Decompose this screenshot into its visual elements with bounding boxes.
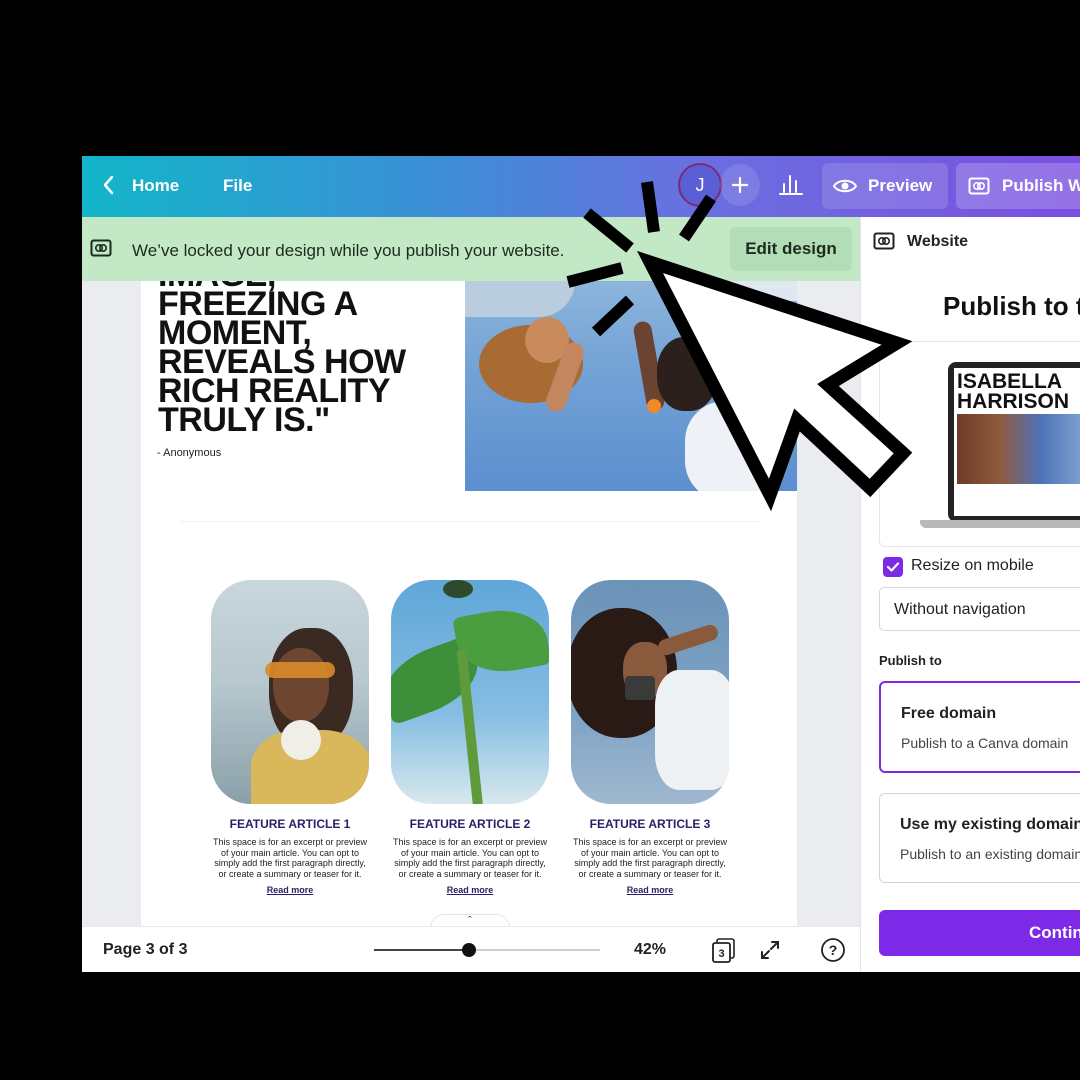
bottom-toolbar: Page 3 of 3 42% 3 ?	[82, 926, 860, 972]
resize-on-mobile-checkbox[interactable]	[883, 557, 903, 577]
preview-button[interactable]: Preview	[822, 163, 948, 209]
publish-to-label: Publish to	[879, 653, 942, 668]
fullscreen-icon[interactable]	[758, 938, 782, 962]
quote-author: - Anonymous	[157, 447, 222, 459]
file-menu-button[interactable]: File	[223, 176, 252, 196]
feature-photo-3	[571, 580, 729, 804]
bar-chart-icon	[779, 175, 803, 195]
notice-message: We’ve locked your design while you publi…	[132, 241, 565, 260]
eye-icon	[832, 179, 858, 193]
publish-panel: Website Publish to the web ISABELLA HARR…	[860, 217, 1080, 972]
resize-on-mobile-label: Resize on mobile	[911, 557, 1034, 574]
pages-grid-icon[interactable]: 3	[710, 936, 738, 964]
website-preview: ISABELLA HARRISON	[879, 341, 1080, 547]
feature-excerpt-1: This space is for an excerpt or preview …	[212, 837, 368, 879]
panel-header-label: Website	[907, 233, 969, 250]
website-icon	[90, 239, 112, 257]
website-icon	[968, 177, 990, 195]
checkmark-icon	[886, 562, 900, 572]
navigation-select[interactable]: Without navigation	[879, 587, 1080, 631]
add-collaborator-button[interactable]	[720, 164, 760, 206]
preview-label: Preview	[868, 176, 933, 195]
existing-domain-title: Use my existing domain	[900, 816, 1080, 833]
read-more-link-2[interactable]: Read more	[391, 885, 549, 895]
section-divider	[181, 521, 761, 522]
feature-excerpt-3: This space is for an excerpt or preview …	[572, 837, 728, 879]
website-icon	[873, 232, 895, 250]
publish-website-button[interactable]: Publish Website	[956, 163, 1080, 209]
feature-photo-2	[391, 580, 549, 804]
feature-photo-1	[211, 580, 369, 804]
home-button[interactable]: Home	[132, 176, 179, 196]
continue-button[interactable]: Continue	[879, 910, 1080, 956]
locked-design-notice: We’ve locked your design while you publi…	[82, 217, 860, 281]
publish-website-label: Publish Website	[1002, 176, 1080, 195]
free-domain-title: Free domain	[901, 705, 997, 722]
feature-card-1: FEATURE ARTICLE 1 This space is for an e…	[211, 580, 369, 895]
feature-card-3: FEATURE ARTICLE 3 This space is for an e…	[571, 580, 729, 895]
navigation-selected-value: Without navigation	[894, 601, 1026, 618]
free-domain-option[interactable]: Free domain Publish to a Canva domain	[879, 681, 1080, 773]
zoom-slider[interactable]	[374, 943, 600, 957]
insights-button[interactable]	[772, 164, 808, 206]
laptop-mockup: ISABELLA HARRISON	[948, 362, 1080, 522]
page-indicator: Page 3 of 3	[103, 941, 188, 958]
zoom-slider-thumb[interactable]	[462, 943, 476, 957]
read-more-link-1[interactable]: Read more	[211, 885, 369, 895]
existing-domain-subtitle: Publish to an existing domain	[900, 846, 1080, 862]
pages-count: 3	[718, 948, 724, 960]
top-toolbar: Home File J Preview Publish W	[82, 156, 1080, 217]
zoom-level[interactable]: 42%	[634, 941, 666, 959]
plus-icon	[731, 176, 749, 194]
preview-photo	[957, 414, 1080, 484]
zoom-slider-fill	[374, 949, 469, 951]
existing-domain-option[interactable]: Use my existing domain Publish to an exi…	[879, 793, 1080, 883]
chevron-left-icon[interactable]	[100, 174, 116, 196]
design-canvas: IMAGE, FREEZING A MOMENT, REVEALS HOW RI…	[82, 281, 860, 926]
help-icon[interactable]: ?	[820, 937, 846, 963]
quote-heading: IMAGE, FREEZING A MOMENT, REVEALS HOW RI…	[158, 281, 406, 439]
edit-design-button[interactable]: Edit design	[730, 227, 852, 271]
panel-title: Publish to the web	[943, 291, 1080, 321]
canva-editor-window: Home File J Preview Publish W We’ve lock…	[82, 156, 1080, 972]
hero-photo	[465, 281, 797, 491]
continue-label: Continue	[1029, 923, 1080, 942]
feature-excerpt-2: This space is for an excerpt or preview …	[392, 837, 548, 879]
feature-title-1: FEATURE ARTICLE 1	[229, 817, 351, 831]
preview-site-name: ISABELLA HARRISON	[957, 370, 1070, 413]
svg-text:?: ?	[829, 942, 838, 958]
read-more-link-3[interactable]: Read more	[571, 885, 729, 895]
feature-title-3: FEATURE ARTICLE 3	[589, 817, 711, 831]
user-avatar[interactable]: J	[678, 163, 722, 207]
feature-card-2: FEATURE ARTICLE 2 This space is for an e…	[391, 580, 549, 895]
design-page[interactable]: IMAGE, FREEZING A MOMENT, REVEALS HOW RI…	[141, 281, 797, 926]
feature-title-2: FEATURE ARTICLE 2	[409, 817, 531, 831]
free-domain-subtitle: Publish to a Canva domain	[901, 735, 1069, 751]
